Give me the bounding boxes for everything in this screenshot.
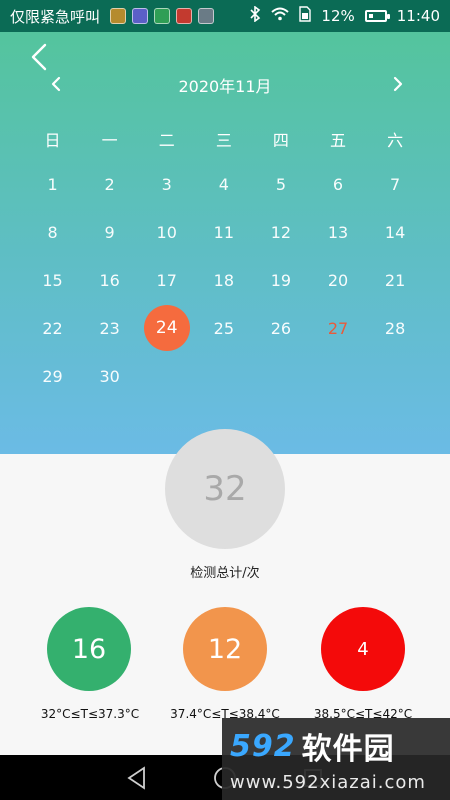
carrier-text: 仅限紧急呼叫 bbox=[10, 7, 101, 26]
wifi-icon bbox=[271, 7, 290, 25]
next-month-button[interactable] bbox=[386, 71, 410, 97]
calendar-day-selected[interactable]: 24 bbox=[138, 304, 195, 352]
status-app-icons bbox=[110, 8, 215, 24]
calendar-header: 2020年11月 日 一 二 三 四 五 六 1 2 3 4 5 6 7 8 9… bbox=[0, 32, 450, 454]
weekday-label: 一 bbox=[101, 131, 118, 150]
status-app-icon-4 bbox=[176, 8, 193, 24]
nav-back-button[interactable] bbox=[123, 764, 151, 792]
battery-icon bbox=[364, 10, 390, 22]
status-left: 仅限紧急呼叫 bbox=[10, 6, 215, 27]
clock-time: 11:40 bbox=[396, 7, 440, 25]
chevron-right-icon bbox=[393, 76, 403, 92]
bluetooth-icon bbox=[249, 5, 261, 26]
stat-mild-value: 12 bbox=[207, 633, 243, 665]
triangle-back-icon bbox=[127, 765, 145, 790]
total-count-label: 检测总计/次 bbox=[190, 566, 260, 581]
calendar-day[interactable]: 26 bbox=[252, 304, 309, 352]
calendar-day[interactable]: 5 bbox=[252, 160, 309, 208]
total-count-circle: 32 bbox=[165, 429, 285, 549]
watermark-url: www.592xiazai.com bbox=[230, 772, 426, 793]
calendar-day[interactable]: 9 bbox=[81, 208, 138, 256]
calendar-day[interactable]: 8 bbox=[24, 208, 81, 256]
calendar-day[interactable]: 20 bbox=[309, 256, 366, 304]
status-app-icon-1 bbox=[110, 8, 127, 24]
calendar-day-highlighted[interactable]: 27 bbox=[309, 304, 366, 352]
stat-normal-label: 32°C≤T≤37.3°C bbox=[40, 707, 140, 721]
stat-normal-circle: 16 bbox=[47, 607, 131, 691]
sim-icon bbox=[299, 6, 312, 26]
stat-mild-circle: 12 bbox=[183, 607, 267, 691]
watermark-brand-text: 软件园 bbox=[301, 732, 395, 767]
calendar-day[interactable]: 14 bbox=[367, 208, 424, 256]
calendar-day[interactable]: 4 bbox=[195, 160, 252, 208]
month-title: 2020年11月 bbox=[178, 77, 272, 96]
calendar-day[interactable]: 1 bbox=[24, 160, 81, 208]
calendar-day[interactable]: 15 bbox=[24, 256, 81, 304]
month-row: 2020年11月 bbox=[0, 70, 450, 100]
calendar-day[interactable]: 2 bbox=[81, 160, 138, 208]
calendar-day[interactable]: 29 bbox=[24, 352, 81, 400]
back-button[interactable] bbox=[24, 42, 54, 72]
watermark-brand-num: 592 bbox=[230, 728, 296, 764]
back-arrow-icon bbox=[31, 43, 47, 71]
stat-high-value: 4 bbox=[357, 638, 369, 660]
stat-normal-value: 16 bbox=[71, 633, 107, 665]
calendar-day[interactable]: 12 bbox=[252, 208, 309, 256]
status-app-icon-2 bbox=[132, 8, 149, 24]
calendar-day[interactable]: 28 bbox=[367, 304, 424, 352]
weekday-label: 日 bbox=[44, 131, 61, 150]
calendar-day[interactable]: 19 bbox=[252, 256, 309, 304]
battery-percent: 12% bbox=[321, 7, 355, 25]
calendar-day[interactable]: 25 bbox=[195, 304, 252, 352]
weekday-header: 日 一 二 三 四 五 六 bbox=[24, 127, 424, 151]
stat-high-circle: 4 bbox=[321, 607, 405, 691]
status-app-icon-3 bbox=[154, 8, 171, 24]
calendar-day[interactable]: 7 bbox=[367, 160, 424, 208]
status-app-icon-5 bbox=[198, 8, 215, 24]
calendar-day[interactable]: 11 bbox=[195, 208, 252, 256]
calendar-day[interactable]: 10 bbox=[138, 208, 195, 256]
watermark-brand: 592 软件园 bbox=[230, 724, 442, 768]
weekday-label: 五 bbox=[330, 131, 347, 150]
calendar-grid: 1 2 3 4 5 6 7 8 9 10 11 12 13 14 15 16 1… bbox=[24, 160, 424, 400]
calendar-day[interactable]: 6 bbox=[309, 160, 366, 208]
calendar-day[interactable]: 23 bbox=[81, 304, 138, 352]
calendar-day[interactable]: 16 bbox=[81, 256, 138, 304]
calendar-day[interactable]: 3 bbox=[138, 160, 195, 208]
weekday-label: 四 bbox=[272, 131, 289, 150]
weekday-label: 二 bbox=[158, 131, 175, 150]
status-bar: 仅限紧急呼叫 12% 11:40 bbox=[0, 0, 450, 32]
calendar-day[interactable]: 21 bbox=[367, 256, 424, 304]
calendar-day[interactable]: 13 bbox=[309, 208, 366, 256]
total-count-value: 32 bbox=[203, 469, 247, 509]
weekday-label: 六 bbox=[387, 131, 404, 150]
watermark: 592 软件园 www.592xiazai.com bbox=[222, 718, 450, 800]
weekday-label: 三 bbox=[215, 131, 232, 150]
calendar-day[interactable]: 17 bbox=[138, 256, 195, 304]
calendar-day[interactable]: 30 bbox=[81, 352, 138, 400]
status-right: 12% 11:40 bbox=[249, 5, 440, 26]
calendar-day[interactable]: 22 bbox=[24, 304, 81, 352]
calendar-day[interactable]: 18 bbox=[195, 256, 252, 304]
